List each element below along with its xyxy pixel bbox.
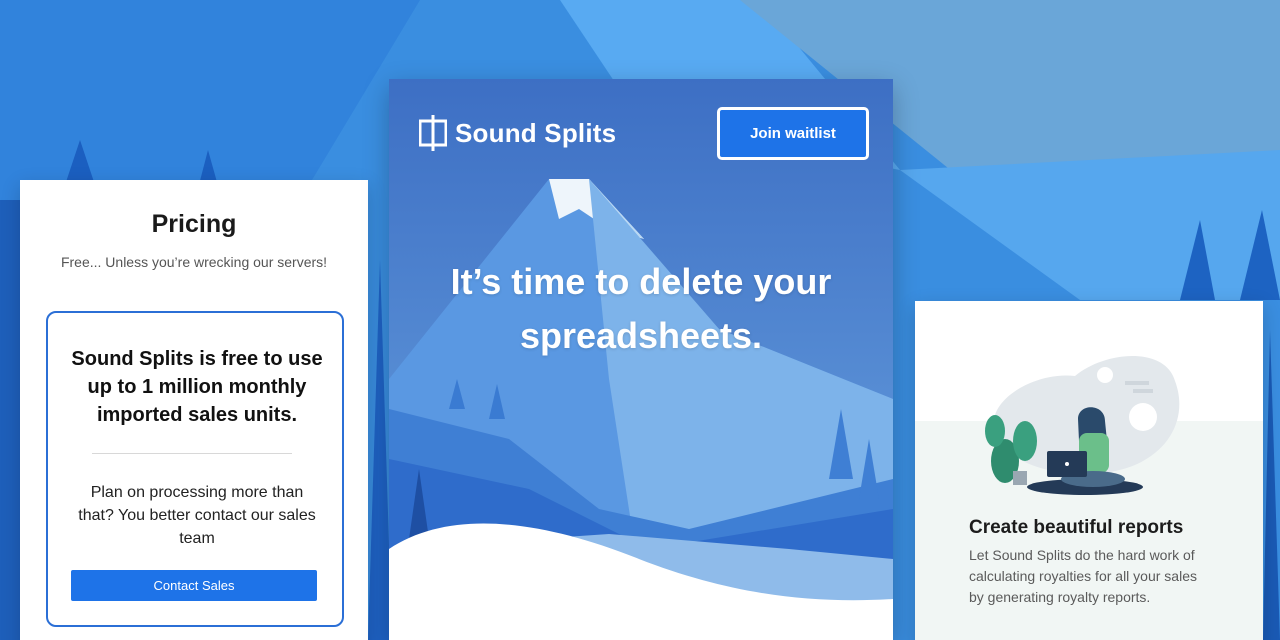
reports-card: Create beautiful reports Let Sound Split… <box>915 301 1263 640</box>
free-plan-box: Sound Splits is free to use up to 1 mill… <box>46 311 344 627</box>
brand-name: Sound Splits <box>455 117 617 148</box>
join-waitlist-button[interactable]: Join waitlist <box>717 107 869 160</box>
pricing-subtitle: Free... Unless you’re wrecking our serve… <box>60 254 328 270</box>
plan-note: Plan on processing more than that? You b… <box>78 484 316 547</box>
hero-card: Sound Splits Join waitlist It’s time to … <box>389 79 893 640</box>
hero-headline: It’s time to delete your spreadsheets. <box>450 261 832 356</box>
contact-sales-button[interactable]: Contact Sales <box>71 570 317 601</box>
woman-with-laptop-illustration <box>985 356 1180 495</box>
bracket-logo-icon <box>419 115 447 151</box>
pricing-card: Pricing Free... Unless you’re wrecking o… <box>20 180 368 640</box>
brand[interactable]: Sound Splits <box>419 115 616 151</box>
pricing-title: Pricing <box>151 210 237 238</box>
plan-headline: Sound Splits is free to use up to 1 mill… <box>71 348 323 426</box>
plan-divider <box>92 453 292 454</box>
reports-body: Let Sound Splits do the hard work of cal… <box>969 547 1197 605</box>
reports-title: Create beautiful reports <box>969 517 1184 538</box>
